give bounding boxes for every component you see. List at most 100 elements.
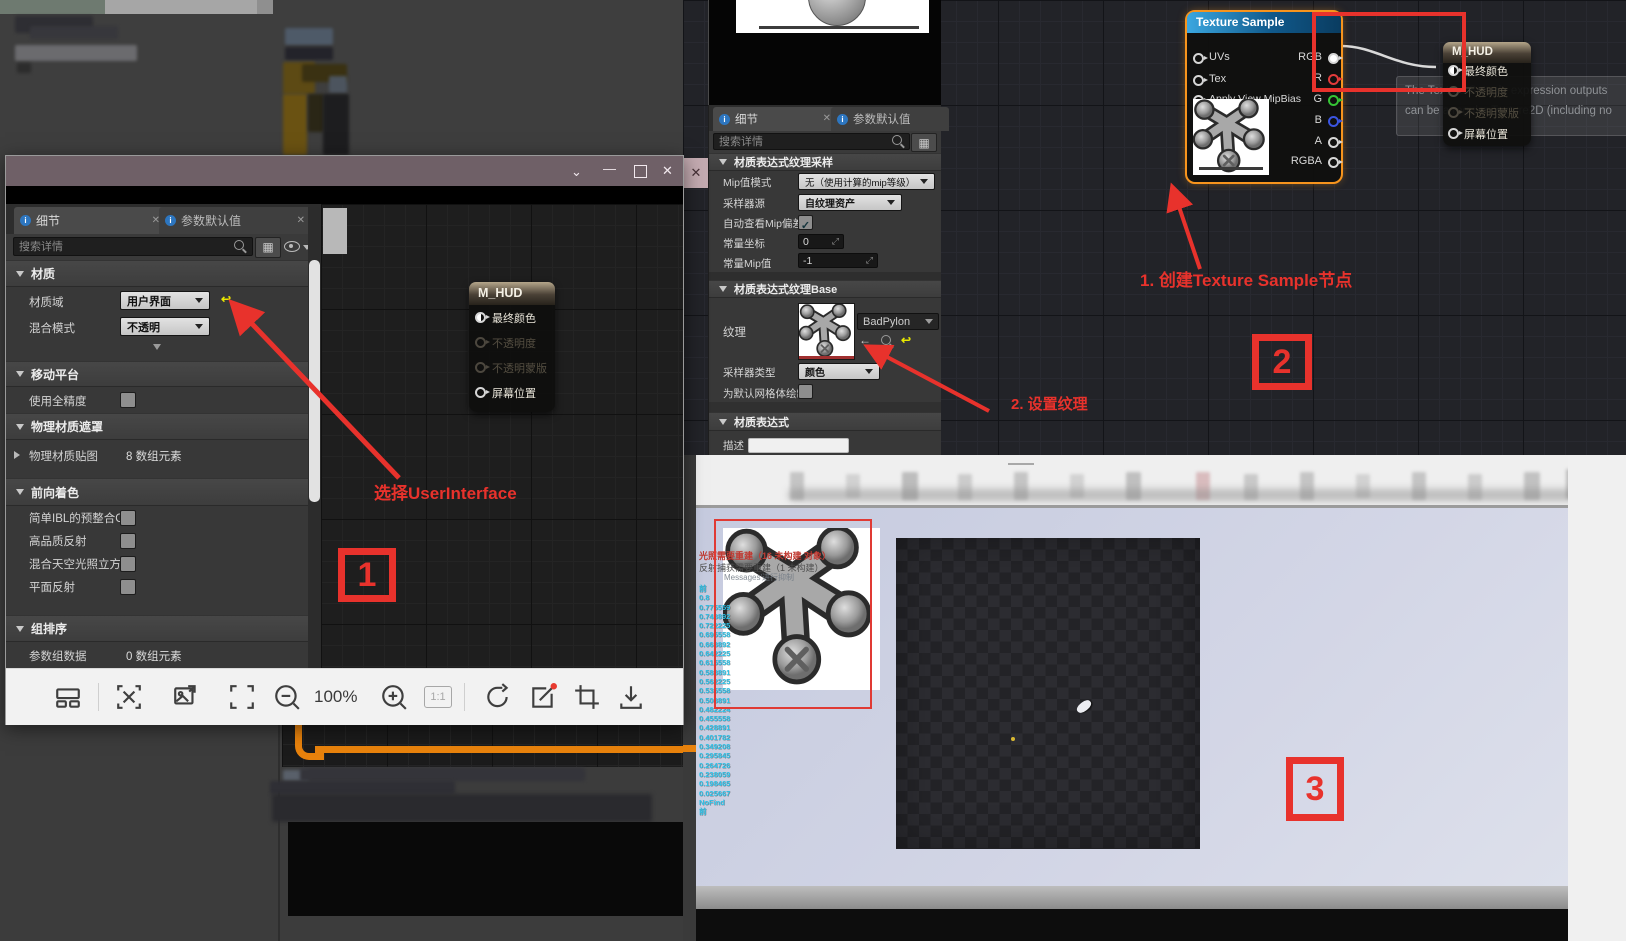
- section-mobile[interactable]: 移动平台: [6, 361, 308, 387]
- tab-details[interactable]: 细节: [14, 207, 166, 234]
- chevron-down-icon: [16, 271, 24, 277]
- input-pin-opacity[interactable]: [475, 337, 486, 348]
- pin-label: 不透明度: [492, 335, 536, 351]
- search-input[interactable]: [13, 237, 253, 256]
- maximize-icon[interactable]: [634, 165, 647, 178]
- section-forward-shading[interactable]: 前向着色: [6, 478, 308, 506]
- chevron-right-icon[interactable]: [14, 451, 20, 459]
- ibl-checkbox[interactable]: [120, 510, 136, 526]
- reset-to-default-icon[interactable]: [901, 333, 911, 347]
- dropdown-value: BadPylon: [863, 316, 910, 328]
- censored-block: [15, 45, 137, 61]
- section-label: 材质表达式纹理Base: [734, 281, 837, 297]
- section-label: 前向着色: [31, 484, 79, 501]
- row-label: 自动查看Mip偏差: [723, 216, 803, 231]
- input-pin-final-color[interactable]: [475, 312, 486, 323]
- info-icon: [165, 215, 176, 226]
- info-icon: [837, 114, 848, 125]
- section-texture-sample[interactable]: 材质表达式纹理采样: [709, 153, 941, 171]
- material-domain-dropdown[interactable]: 用户界面: [120, 291, 210, 310]
- texture-preview: [1193, 99, 1269, 175]
- pin-label: G: [1270, 93, 1322, 105]
- use-selected-asset-icon[interactable]: ←: [859, 333, 871, 347]
- annotate-icon[interactable]: [529, 683, 557, 711]
- output-pin-b[interactable]: [1328, 116, 1339, 127]
- texture-asset-dropdown[interactable]: BadPylon: [857, 313, 939, 330]
- hq-reflection-checkbox[interactable]: [120, 533, 136, 549]
- section-group-sorting[interactable]: 组排序: [6, 615, 308, 642]
- section-label: 材质表达式: [734, 414, 789, 430]
- layout-icon[interactable]: [54, 683, 82, 711]
- eye-visibility-icon[interactable]: [284, 239, 311, 253]
- texture-thumbnail[interactable]: [798, 303, 855, 360]
- row-label: 高品质反射: [29, 533, 87, 549]
- description-field[interactable]: [748, 438, 849, 453]
- input-pin-opacity-mask[interactable]: [475, 362, 486, 373]
- close-icon[interactable]: ✕: [662, 164, 673, 177]
- zoom-in-icon[interactable]: [380, 683, 408, 711]
- censored-block: [105, 0, 257, 14]
- output-pin-a[interactable]: [1328, 137, 1339, 148]
- tab-label: 细节: [735, 111, 758, 127]
- input-pin-screen-position[interactable]: [475, 387, 486, 398]
- auto-mipbias-checkbox[interactable]: [798, 215, 813, 230]
- sampler-type-dropdown[interactable]: 颜色: [798, 363, 880, 380]
- censored-block: [288, 822, 683, 916]
- output-pin-g[interactable]: [1328, 95, 1339, 106]
- full-precision-checkbox[interactable]: [120, 392, 136, 408]
- window-title-bar[interactable]: ⌄ — ✕: [6, 156, 683, 186]
- close-icon[interactable]: [823, 114, 831, 124]
- sky-cube-checkbox[interactable]: [120, 556, 136, 572]
- tab-param-defaults[interactable]: 参数默认值: [831, 107, 949, 131]
- actual-size-button[interactable]: 1:1: [424, 686, 452, 708]
- draw-mesh-checkbox[interactable]: [798, 384, 813, 399]
- crop-icon[interactable]: [573, 683, 601, 711]
- row-label: 参数组数据: [29, 648, 87, 664]
- section-phys-mask[interactable]: 物理材质遮罩: [6, 413, 308, 440]
- search-input[interactable]: [713, 133, 910, 150]
- section-material-expression[interactable]: 材质表达式: [709, 412, 941, 431]
- const-mip-field[interactable]: -1: [798, 253, 878, 268]
- game-viewport[interactable]: 光照需要重建（16 未构建 对象） 反射捕获需要重建（1 未构建） Messag…: [696, 508, 1568, 886]
- image-copy-icon[interactable]: [172, 683, 200, 711]
- region-select-icon[interactable]: [115, 683, 143, 711]
- dropdown-value: 无（使用计算的mip等级）: [805, 175, 915, 189]
- browse-to-asset-icon[interactable]: [881, 335, 891, 345]
- annotation-rect-texture: [714, 519, 872, 709]
- sampler-source-dropdown[interactable]: 自纹理资产: [798, 194, 902, 211]
- row-label: 混合天空光照立方: [29, 556, 121, 572]
- debug-value: 0.401782: [699, 733, 730, 742]
- const-coord-field[interactable]: 0: [798, 234, 844, 249]
- advanced-expander[interactable]: [6, 340, 308, 355]
- tab-param-defaults[interactable]: 参数默认值: [159, 207, 311, 234]
- scrollbar-thumb[interactable]: [309, 260, 320, 502]
- expand-icon[interactable]: [228, 683, 256, 711]
- output-pin-rgba[interactable]: [1328, 157, 1339, 168]
- section-texture-base[interactable]: 材质表达式纹理Base: [709, 280, 941, 298]
- tab-details[interactable]: 细节: [713, 107, 837, 131]
- rotate-icon[interactable]: [484, 683, 512, 711]
- pin-label: 最终颜色: [492, 310, 536, 326]
- blueprint-strip: [282, 723, 683, 767]
- debug-value: 0.295845: [699, 751, 730, 760]
- download-icon[interactable]: [617, 683, 645, 711]
- input-pin-opacity-mask[interactable]: [1448, 107, 1459, 118]
- blend-mode-dropdown[interactable]: 不透明: [120, 317, 210, 336]
- screenshot-viewer-window: ⌄ — ✕ 细节 参数默认值: [5, 155, 684, 725]
- zoom-out-icon[interactable]: [273, 683, 301, 711]
- reset-to-default-icon[interactable]: [221, 292, 231, 306]
- chevron-down-icon[interactable]: ⌄: [571, 165, 582, 178]
- grid-view-icon[interactable]: [255, 237, 281, 258]
- mhud-node-left[interactable]: M_HUD 最终颜色 不透明度 不透明蒙版 屏幕位置: [469, 282, 555, 412]
- section-material[interactable]: 材质: [6, 260, 308, 287]
- annotation-step1-text: 选择UserInterface: [374, 479, 517, 504]
- mip-mode-dropdown[interactable]: 无（使用计算的mip等级）: [798, 173, 935, 190]
- censored-block: [300, 768, 585, 781]
- grid-view-icon[interactable]: [911, 133, 937, 152]
- input-pin-uvs[interactable]: [1193, 53, 1204, 64]
- close-icon[interactable]: [297, 216, 305, 226]
- planar-reflection-checkbox[interactable]: [120, 579, 136, 595]
- input-pin-screen-position[interactable]: [1448, 128, 1459, 139]
- minimize-icon[interactable]: —: [603, 162, 616, 175]
- input-pin-tex[interactable]: [1193, 75, 1204, 86]
